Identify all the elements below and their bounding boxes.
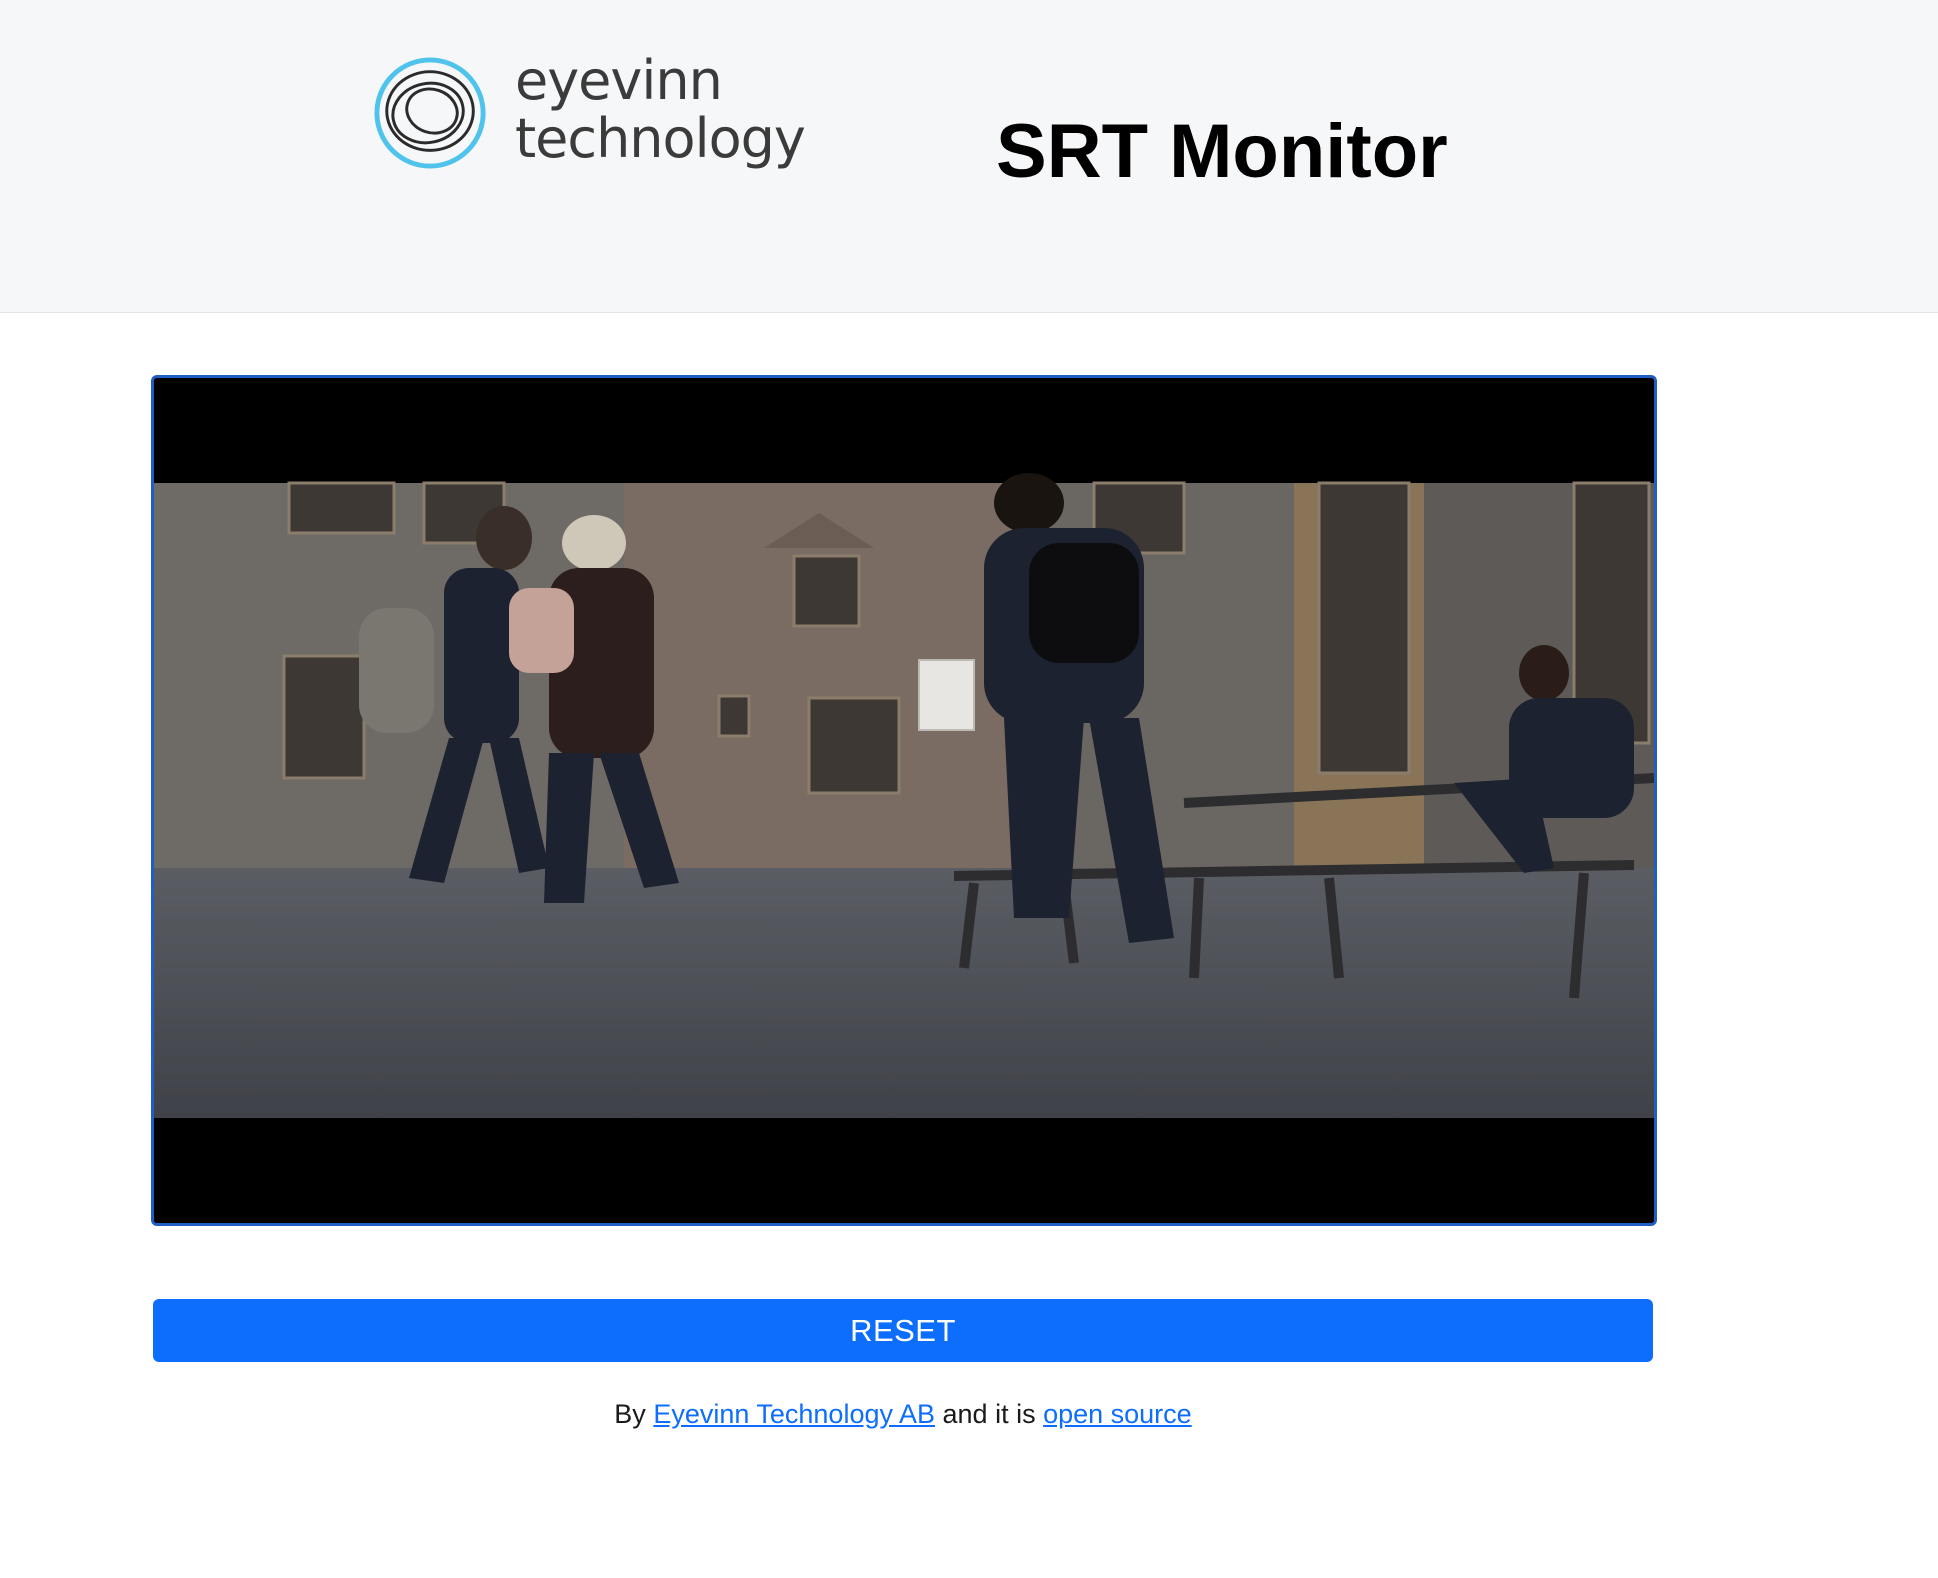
- logo-line-1: eyevinn: [515, 49, 723, 112]
- footer-prefix: By: [614, 1399, 654, 1429]
- video-frame: [154, 378, 1654, 1223]
- logo-line-2: technology: [515, 107, 806, 170]
- page-title: SRT Monitor: [996, 109, 1448, 194]
- video-scene: [154, 473, 1654, 1118]
- reset-button[interactable]: RESET: [153, 1299, 1653, 1362]
- video-player[interactable]: [151, 375, 1657, 1226]
- page-header: eyevinn technology SRT Monitor: [0, 0, 1938, 313]
- logo-wordmark: eyevinn technology: [515, 49, 806, 170]
- footer: By Eyevinn Technology AB and it is open …: [153, 1394, 1653, 1434]
- footer-middle: and it is: [935, 1399, 1044, 1429]
- eyevinn-circle-logo-icon: [374, 57, 486, 169]
- open-source-link[interactable]: open source: [1043, 1399, 1192, 1429]
- eyevinn-logo[interactable]: eyevinn technology: [373, 52, 806, 182]
- company-link[interactable]: Eyevinn Technology AB: [653, 1399, 935, 1429]
